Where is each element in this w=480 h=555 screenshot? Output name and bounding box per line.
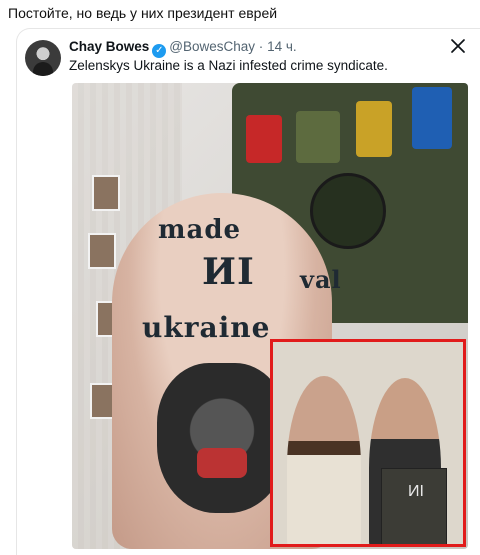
wall-photo bbox=[88, 233, 116, 269]
tattoo-side: val bbox=[300, 265, 342, 294]
patch bbox=[412, 87, 452, 149]
post-caption: Постойте, но ведь у них президент еврей bbox=[8, 5, 278, 21]
patch bbox=[246, 115, 282, 163]
gorilla-tattoo bbox=[157, 363, 287, 513]
tattoo-made: made bbox=[158, 215, 242, 245]
embedded-tweet-card[interactable]: Chay Bowes ✓ @BowesChay · 14 ч. Zelenskys … bbox=[16, 28, 480, 555]
wall-photo bbox=[92, 175, 120, 211]
person-left bbox=[287, 376, 361, 544]
patch bbox=[296, 111, 340, 163]
book-emblem: ИI bbox=[408, 483, 424, 500]
tweet-text: Zelenskys Ukraine is a Nazi infested cri… bbox=[69, 58, 388, 73]
patch bbox=[356, 101, 392, 157]
separator-dot: · bbox=[258, 39, 264, 54]
tweet-timestamp[interactable]: 14 ч. bbox=[267, 39, 297, 54]
avatar-icon[interactable] bbox=[25, 40, 61, 76]
book: ИI bbox=[381, 468, 447, 544]
round-patch bbox=[310, 173, 386, 249]
tattoo-ukraine: ukraine bbox=[142, 311, 271, 344]
tweet-header: Chay Bowes ✓ @BowesChay · 14 ч. bbox=[69, 39, 297, 58]
verified-badge-icon: ✓ bbox=[152, 44, 167, 58]
inset-photo: ИI bbox=[270, 339, 466, 547]
x-logo-icon[interactable] bbox=[450, 38, 466, 54]
tattoo-symbol: ИI bbox=[202, 251, 255, 293]
author-handle[interactable]: @BowesChay bbox=[169, 39, 255, 54]
tweet-media-image[interactable]: made ИI ukraine val ИI bbox=[72, 83, 468, 549]
author-name[interactable]: Chay Bowes bbox=[69, 39, 149, 54]
